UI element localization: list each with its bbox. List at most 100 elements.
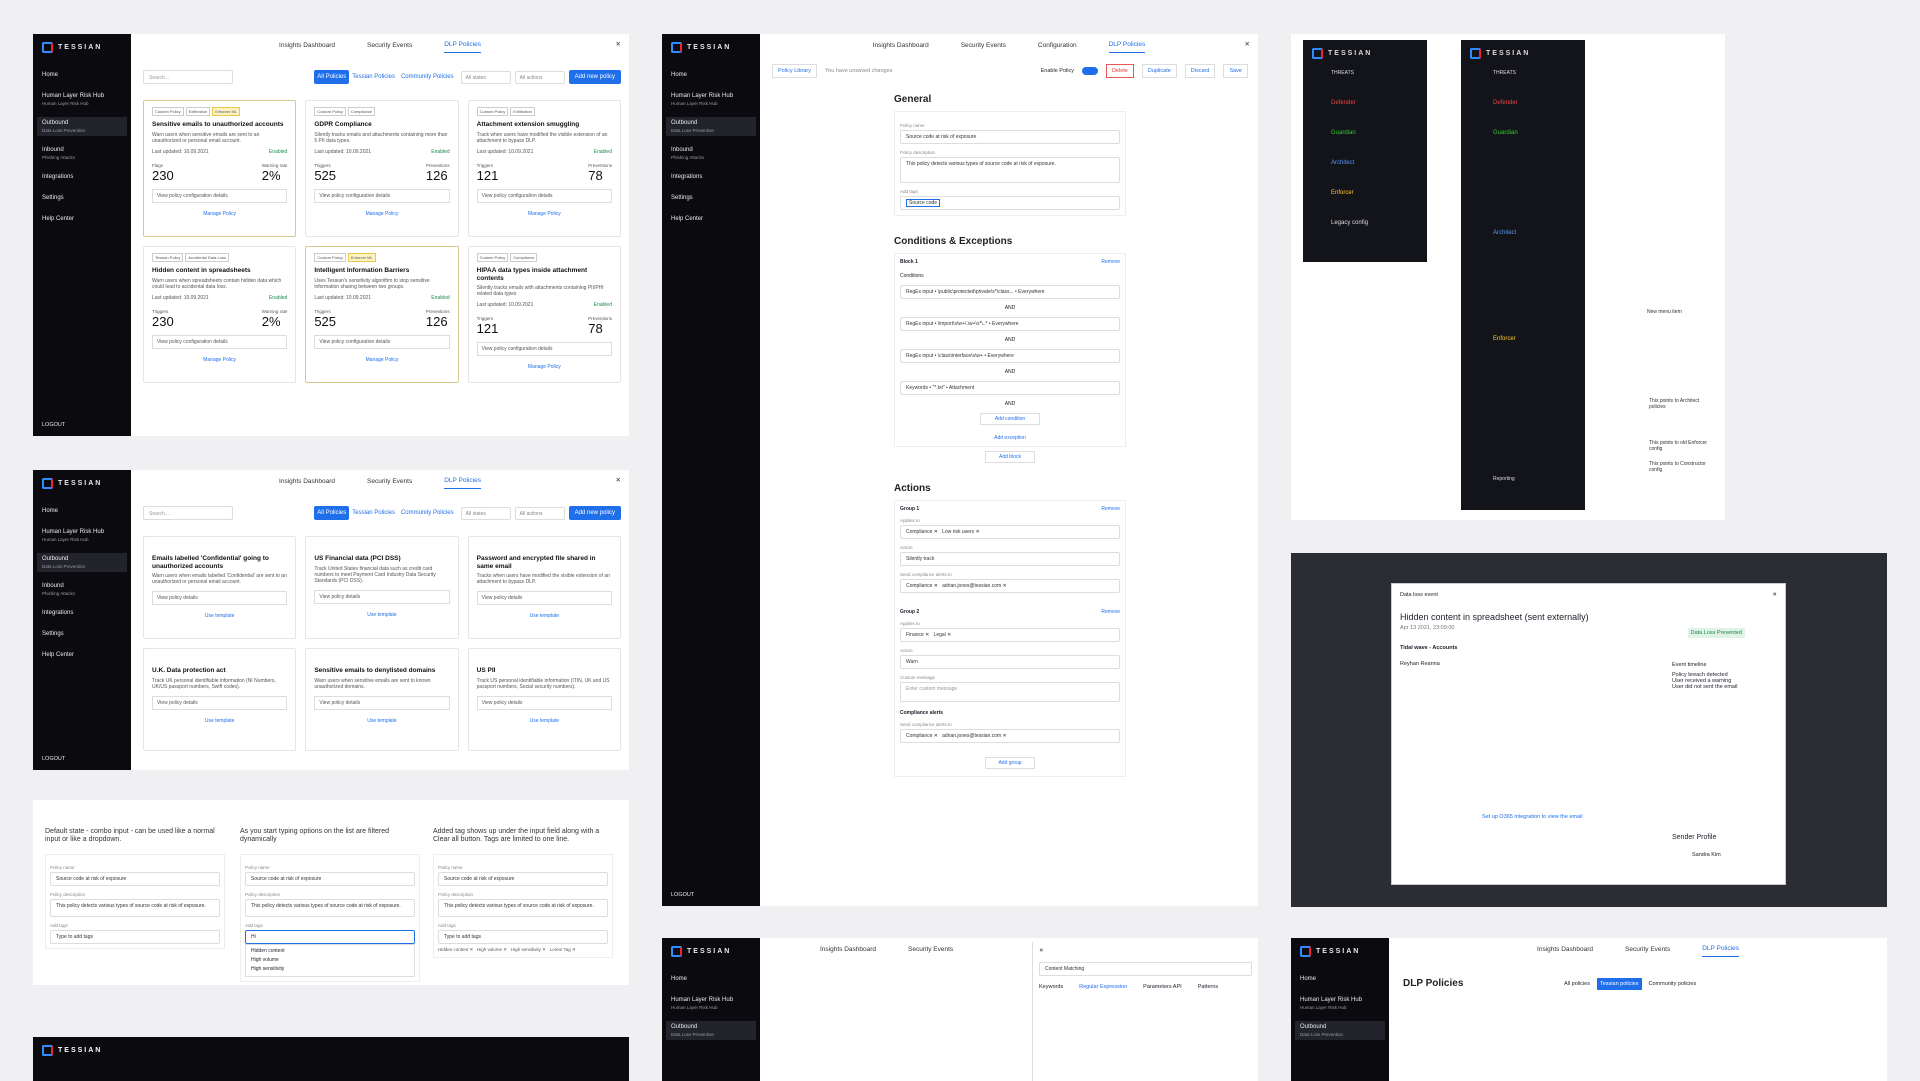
close-icon[interactable]: ✕ <box>1039 948 1252 954</box>
close-icon[interactable]: ✕ <box>616 476 621 484</box>
view-details-dropdown[interactable]: View policy details <box>152 695 288 710</box>
close-icon[interactable]: ✕ <box>1245 40 1250 48</box>
close-icon[interactable]: ✕ <box>616 40 621 48</box>
tab-insights[interactable]: Insights Dashboard <box>279 478 335 485</box>
manage-policy-link[interactable]: Manage Policy <box>477 364 612 370</box>
nav-hub[interactable]: Human Layer Risk Hub Human Layer Risk Hub <box>33 526 131 545</box>
applies-field[interactable]: Finance ✕ Legal ✕ <box>900 628 1120 642</box>
condition-row[interactable]: RegEx input • \public\protected\private\… <box>900 285 1120 299</box>
community-policies-button[interactable]: Community Policies <box>398 70 457 84</box>
guardian-item[interactable]: Guardian <box>1493 130 1518 136</box>
view-details-dropdown[interactable]: View policy configuration details <box>152 188 288 203</box>
policy-desc-field[interactable]: This policy detects various types of sou… <box>438 899 608 917</box>
view-details-dropdown[interactable]: View policy details <box>476 591 612 605</box>
nav-settings[interactable]: Settings <box>33 628 131 641</box>
add-policy-button[interactable]: Add new policy <box>568 506 621 520</box>
tab-dlp[interactable]: DLP Policies <box>444 41 481 53</box>
guardian-item[interactable]: Guardian <box>1331 130 1356 136</box>
manage-policy-link[interactable]: Manage Policy <box>314 211 449 217</box>
nav-integrations[interactable]: Integrations <box>33 607 131 620</box>
nav-integrations[interactable]: Integrations <box>33 171 131 184</box>
tab-insights[interactable]: Insights Dashboard <box>820 946 876 953</box>
tab-insights[interactable]: Insights Dashboard <box>873 42 929 49</box>
tab-security[interactable]: Security Events <box>908 946 953 953</box>
tab-params[interactable]: Parameters API <box>1143 984 1182 990</box>
add-group-button[interactable]: Add group <box>985 757 1035 769</box>
actions-dropdown[interactable]: All actions <box>514 70 565 84</box>
logout-link[interactable]: LOGOUT <box>671 892 694 898</box>
nav-outbound[interactable]: Outbound Data Loss Prevention <box>666 1021 756 1040</box>
condition-type-dropdown[interactable]: Content Matching <box>1039 962 1252 976</box>
nav-inbound[interactable]: Inbound Phishing Attacks <box>662 144 760 163</box>
custom-message-field[interactable]: Enter custom message <box>900 682 1120 702</box>
action-dropdown[interactable]: Warn <box>900 655 1120 669</box>
logout-link[interactable]: LOGOUT <box>42 422 65 428</box>
use-template-link[interactable]: Use template <box>477 718 612 724</box>
add-policy-button[interactable]: Add new policy <box>568 70 621 84</box>
manage-policy-link[interactable]: Manage Policy <box>477 211 612 217</box>
action-dropdown[interactable]: Silently track <box>900 552 1120 566</box>
option[interactable]: High volume <box>251 956 409 965</box>
actions-dropdown[interactable]: All actions <box>514 506 565 520</box>
tab-dlp[interactable]: DLP Policies <box>1702 945 1739 957</box>
tab-security[interactable]: Security Events <box>1625 946 1670 953</box>
tab-patterns[interactable]: Patterns <box>1198 984 1218 990</box>
nav-settings[interactable]: Settings <box>662 192 760 205</box>
tab-security[interactable]: Security Events <box>367 478 412 485</box>
tab-insights[interactable]: Insights Dashboard <box>1537 946 1593 953</box>
tab-security[interactable]: Security Events <box>367 42 412 49</box>
use-template-link[interactable]: Use template <box>314 718 449 724</box>
policy-desc-field[interactable]: This policy detects various types of sou… <box>900 157 1120 183</box>
all-policies-button[interactable]: All Policies <box>314 506 350 520</box>
nav-outbound[interactable]: Outbound Data Loss Prevention <box>1295 1021 1385 1040</box>
nav-help[interactable]: Help Center <box>33 213 131 226</box>
add-condition-button[interactable]: Add condition <box>980 413 1040 425</box>
delete-button[interactable]: Delete <box>1105 64 1134 78</box>
tab-dlp[interactable]: DLP Policies <box>444 477 481 489</box>
policy-desc-field[interactable]: This policy detects various types of sou… <box>50 899 220 917</box>
alerts-field[interactable]: Compliance ✕ adrian.jones@tessian.com ✕ <box>900 579 1120 593</box>
tab-regex[interactable]: Regular Expression <box>1079 984 1127 990</box>
tags-combo-input[interactable]: Hi <box>245 930 415 944</box>
use-template-link[interactable]: Use template <box>477 613 612 619</box>
condition-row[interactable]: RegEx input • \class\interface\s\w+ • Ev… <box>900 349 1120 363</box>
nav-help[interactable]: Help Center <box>33 649 131 662</box>
all-policies-button[interactable]: All Policies <box>314 70 350 84</box>
search-input[interactable]: Search... <box>143 70 233 84</box>
enable-toggle[interactable] <box>1081 67 1098 75</box>
community-policies-button[interactable]: Community Policies <box>398 506 457 520</box>
discard-button[interactable]: Discard <box>1184 64 1216 78</box>
close-icon[interactable]: ✕ <box>1772 592 1777 598</box>
nav-hub[interactable]: Human Layer Risk Hub Human Layer Risk Hub <box>1291 994 1389 1013</box>
tessian-policies-button[interactable]: Tessian Policies <box>349 70 398 84</box>
view-details-dropdown[interactable]: View policy details <box>152 591 288 605</box>
tags-input[interactable]: Source code <box>900 196 1120 210</box>
remove-link[interactable]: Remove <box>1101 259 1120 265</box>
community-policies-button[interactable]: Community policies <box>1646 978 1700 990</box>
nav-hub[interactable]: Human Layer Risk Hub Human Layer Risk Hub <box>662 90 760 109</box>
nav-hub[interactable]: Human Layer Risk Hub Human Layer Risk Hub <box>33 90 131 109</box>
add-block-button[interactable]: Add block <box>985 451 1035 463</box>
enforcer-item[interactable]: Enforcer <box>1331 190 1354 196</box>
nav-home[interactable]: Home <box>33 505 131 518</box>
condition-row[interactable]: RegEx input • \import\s\w+\.\w+\s*\..* •… <box>900 317 1120 331</box>
legacy-item[interactable]: Legacy config <box>1331 220 1368 226</box>
and-dropdown[interactable]: AND <box>900 369 1120 375</box>
policy-desc-field[interactable]: This policy detects various types of sou… <box>245 899 415 917</box>
nav-home[interactable]: Home <box>1291 973 1389 986</box>
view-details-dropdown[interactable]: View policy details <box>476 695 612 710</box>
remove-link[interactable]: Remove <box>1101 609 1120 615</box>
states-dropdown[interactable]: All states <box>460 506 511 520</box>
policy-name-field[interactable]: Source code at risk of exposure <box>900 130 1120 144</box>
tags-combo-input[interactable]: Type to add tags <box>438 930 608 944</box>
save-button[interactable]: Save <box>1223 64 1248 78</box>
use-template-link[interactable]: Use template <box>314 612 449 618</box>
states-dropdown[interactable]: All states <box>460 70 511 84</box>
and-dropdown[interactable]: AND <box>900 401 1120 407</box>
nav-home[interactable]: Home <box>662 69 760 82</box>
enforcer-item[interactable]: Enforcer <box>1493 336 1516 342</box>
and-dropdown[interactable]: AND <box>900 337 1120 343</box>
applies-field[interactable]: Compliance ✕ Low risk users ✕ <box>900 525 1120 539</box>
alerts-field[interactable]: Compliance ✕ adrian.jones@tessian.com ✕ <box>900 729 1120 743</box>
view-details-dropdown[interactable]: View policy configuration details <box>152 334 288 349</box>
